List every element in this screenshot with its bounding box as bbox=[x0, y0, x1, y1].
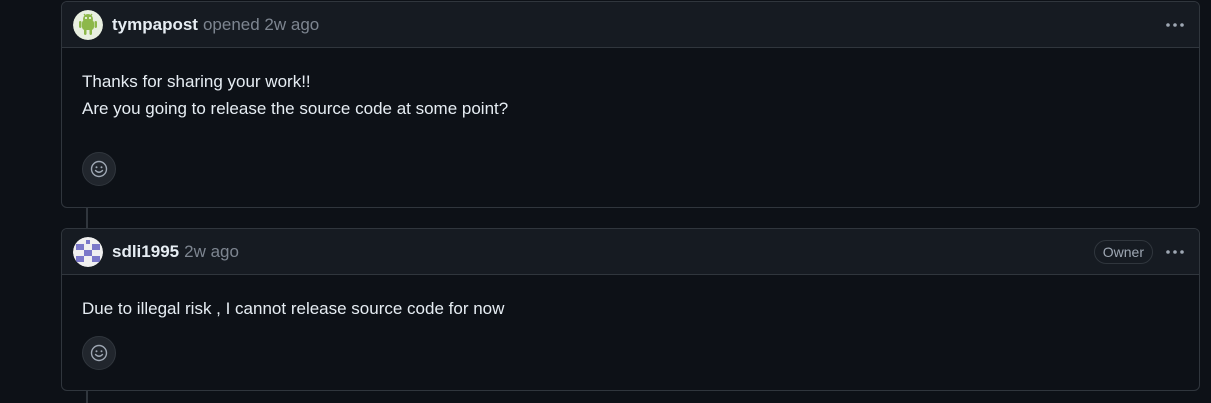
comment-author[interactable]: sdli1995 bbox=[112, 242, 179, 262]
identicon-avatar-icon[interactable] bbox=[73, 236, 103, 267]
comment-header: tympapost opened 2w ago bbox=[62, 2, 1199, 48]
timeline-connector bbox=[86, 390, 88, 403]
comment-timestamp[interactable]: 2w ago bbox=[184, 242, 239, 262]
android-avatar-icon[interactable] bbox=[73, 9, 103, 40]
comment-body: Thanks for sharing your work!! Are you g… bbox=[62, 48, 1199, 122]
comment-timestamp[interactable]: opened 2w ago bbox=[203, 15, 319, 35]
kebab-horizontal-icon[interactable] bbox=[1163, 15, 1187, 35]
timeline-connector bbox=[86, 207, 88, 229]
comment-body: Due to illegal risk , I cannot release s… bbox=[62, 275, 1199, 322]
smiley-icon[interactable] bbox=[82, 336, 116, 370]
comment-text-line: Thanks for sharing your work!! bbox=[82, 72, 311, 91]
smiley-icon[interactable] bbox=[82, 152, 116, 186]
comment-text-line: Due to illegal risk , I cannot release s… bbox=[82, 299, 505, 318]
issue-comment-reply: sdli1995 2w ago Owner Due to illegal ris… bbox=[61, 228, 1200, 391]
comment-header: sdli1995 2w ago Owner bbox=[62, 229, 1199, 275]
comment-text-line: Are you going to release the source code… bbox=[82, 99, 509, 118]
comment-author[interactable]: tympapost bbox=[112, 15, 198, 35]
owner-badge: Owner bbox=[1093, 239, 1153, 264]
kebab-horizontal-icon[interactable] bbox=[1163, 242, 1187, 262]
issue-comment-opening: tympapost opened 2w ago Thanks for shari… bbox=[61, 1, 1200, 208]
